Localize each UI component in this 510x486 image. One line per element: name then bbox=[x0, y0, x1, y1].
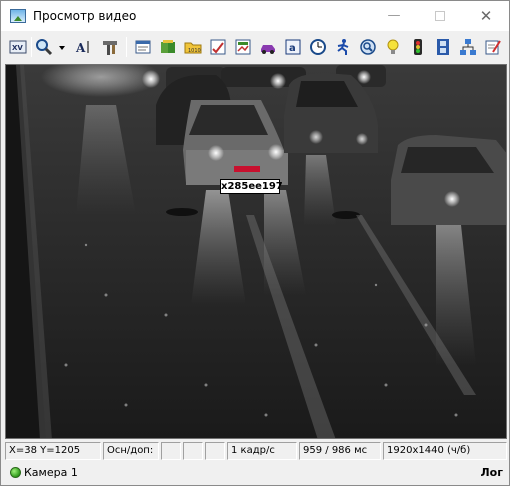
bottom-bar: Камера 1 Лог bbox=[1, 462, 509, 485]
svg-text:A: A bbox=[75, 41, 86, 55]
svg-text:1010: 1010 bbox=[188, 48, 201, 54]
status-resolution: 1920x1440 (ч/б) bbox=[383, 442, 507, 460]
video-viewer-window: Просмотр видео — ✕ XV A 1010 a х285ее197… bbox=[0, 0, 510, 486]
book-icon bbox=[161, 40, 175, 53]
app-icon bbox=[10, 9, 26, 23]
check-report-button[interactable] bbox=[207, 36, 229, 58]
video-mode-button[interactable]: XV bbox=[7, 36, 29, 58]
status-osn-dop: Осн/доп: bbox=[103, 442, 159, 460]
svg-text:XV: XV bbox=[12, 44, 23, 52]
text-recognition-icon: A bbox=[75, 41, 89, 55]
status-empty-1 bbox=[161, 442, 181, 460]
walker-icon bbox=[337, 39, 349, 55]
folder-icon: 1010 bbox=[184, 42, 202, 54]
bulb-button[interactable] bbox=[382, 36, 404, 58]
edit-icon bbox=[485, 40, 501, 55]
report-icon bbox=[235, 39, 251, 55]
status-empty-2 bbox=[183, 442, 203, 460]
report-button[interactable] bbox=[232, 36, 254, 58]
settings-icon bbox=[135, 40, 151, 54]
edit-button[interactable] bbox=[482, 36, 504, 58]
zoom-button[interactable] bbox=[33, 36, 55, 58]
clock-icon bbox=[310, 39, 326, 55]
book-button[interactable] bbox=[157, 36, 179, 58]
video-mode-icon: XV bbox=[9, 40, 27, 54]
toolbar: XV A 1010 a bbox=[3, 32, 507, 61]
status-empty-3 bbox=[205, 442, 225, 460]
maximize-button[interactable] bbox=[417, 1, 463, 31]
status-fps: 1 кадр/с bbox=[227, 442, 297, 460]
film-button[interactable] bbox=[432, 36, 454, 58]
network-button[interactable] bbox=[457, 36, 479, 58]
window-title: Просмотр видео bbox=[33, 9, 137, 23]
film-icon bbox=[437, 39, 449, 55]
camera-label[interactable]: Камера 1 bbox=[24, 466, 78, 479]
zoom-icon bbox=[36, 39, 53, 56]
search-globe-icon bbox=[360, 39, 376, 55]
traffic-light-icon bbox=[414, 39, 422, 55]
svg-text:a: a bbox=[289, 43, 296, 54]
video-frame[interactable]: х285ее197 bbox=[5, 64, 507, 439]
check-report-icon bbox=[210, 39, 226, 55]
status-bar: X=38 Y=1205 Осн/доп: 1 кадр/с 959 / 986 … bbox=[5, 442, 507, 460]
camera-status-icon bbox=[10, 467, 21, 478]
text-recognition-button[interactable]: A bbox=[73, 36, 95, 58]
zoom-dropdown-arrow[interactable] bbox=[59, 46, 65, 50]
car-icon bbox=[261, 45, 275, 54]
video-scene bbox=[6, 65, 506, 438]
status-frames: 959 / 986 мс bbox=[299, 442, 381, 460]
walker-button[interactable] bbox=[332, 36, 354, 58]
tools-icon bbox=[103, 41, 117, 55]
car-button[interactable] bbox=[257, 36, 279, 58]
settings-button[interactable] bbox=[132, 36, 154, 58]
title-bar: Просмотр видео — ✕ bbox=[1, 1, 509, 31]
minimize-button[interactable]: — bbox=[371, 1, 417, 31]
clock-button[interactable] bbox=[307, 36, 329, 58]
log-button[interactable]: Лог bbox=[481, 466, 503, 479]
status-coords: X=38 Y=1205 bbox=[5, 442, 101, 460]
plate-label: х285ее197 bbox=[220, 179, 283, 194]
close-button[interactable]: ✕ bbox=[463, 1, 509, 31]
tools-button[interactable] bbox=[99, 36, 121, 58]
card-button[interactable]: a bbox=[282, 36, 304, 58]
maximize-icon bbox=[435, 10, 445, 21]
folder-button[interactable]: 1010 bbox=[182, 36, 204, 58]
network-icon bbox=[460, 39, 476, 55]
bulb-icon bbox=[387, 39, 399, 54]
traffic-light-button[interactable] bbox=[407, 36, 429, 58]
card-icon: a bbox=[285, 39, 301, 55]
search-globe-button[interactable] bbox=[357, 36, 379, 58]
